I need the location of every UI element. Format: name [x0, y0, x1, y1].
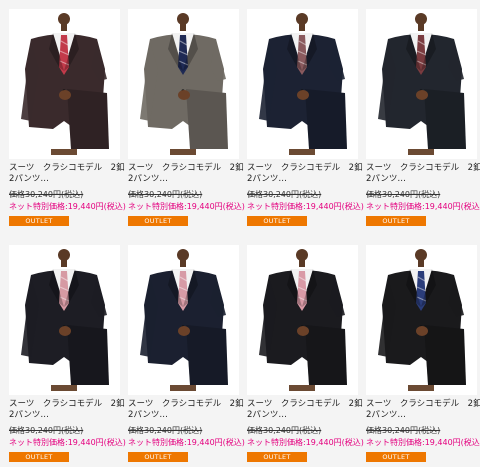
original-price: 価格30,240円(税込) — [247, 426, 322, 435]
net-special-price: ネット特別価格:19,440円(税込) — [366, 202, 480, 211]
product-grid: スーツ クラシコモデル 2釦 2パンツ… 価格30,240円(税込) ネット特別… — [0, 0, 480, 467]
original-price: 価格30,240円(税込) — [366, 190, 441, 199]
original-price: 価格30,240円(税込) — [366, 426, 441, 435]
net-special-price: ネット特別価格:19,440円(税込) — [9, 438, 126, 447]
outlet-badge: OUTLET — [128, 216, 188, 226]
product-info: スーツ クラシコモデル 2釦 2パンツ… 価格30,240円(税込) ネット特別… — [128, 163, 246, 226]
net-special-price: ネット特別価格:19,440円(税込) — [247, 438, 364, 447]
product-photo[interactable] — [9, 245, 120, 395]
product-photo[interactable] — [9, 9, 120, 159]
original-price: 価格30,240円(税込) — [9, 190, 84, 199]
product-info: スーツ クラシコモデル 2釦 2パンツ… 価格30,240円(税込) ネット特別… — [9, 163, 127, 226]
outlet-badge: OUTLET — [366, 216, 426, 226]
product-info: スーツ クラシコモデル 2釦 2パンツ… 価格30,240円(税込) ネット特別… — [366, 163, 480, 226]
outlet-badge: OUTLET — [247, 216, 307, 226]
net-special-price: ネット特別価格:19,440円(税込) — [366, 438, 480, 447]
product-title[interactable]: スーツ クラシコモデル 2釦 2パンツ… — [247, 399, 365, 421]
net-special-price: ネット特別価格:19,440円(税込) — [128, 438, 245, 447]
product-photo[interactable] — [247, 9, 358, 159]
outlet-badge: OUTLET — [366, 452, 426, 462]
product-photo[interactable] — [128, 245, 239, 395]
product-info: スーツ クラシコモデル 2釦 2パンツ… 価格30,240円(税込) ネット特別… — [128, 399, 246, 462]
original-price: 価格30,240円(税込) — [247, 190, 322, 199]
original-price: 価格30,240円(税込) — [128, 426, 203, 435]
product-photo[interactable] — [366, 9, 477, 159]
net-special-price: ネット特別価格:19,440円(税込) — [247, 202, 364, 211]
product-title[interactable]: スーツ クラシコモデル 2釦 2パンツ… — [9, 399, 127, 421]
original-price: 価格30,240円(税込) — [9, 426, 84, 435]
product-title[interactable]: スーツ クラシコモデル 2釦 2パンツ… — [247, 163, 365, 185]
product-info: スーツ クラシコモデル 2釦 2パンツ… 価格30,240円(税込) ネット特別… — [366, 399, 480, 462]
product-photo[interactable] — [128, 9, 239, 159]
product-title[interactable]: スーツ クラシコモデル 2釦 2パンツ… — [128, 163, 246, 185]
product-photo[interactable] — [366, 245, 477, 395]
outlet-badge: OUTLET — [128, 452, 188, 462]
outlet-badge: OUTLET — [247, 452, 307, 462]
product-photo[interactable] — [247, 245, 358, 395]
product-title[interactable]: スーツ クラシコモデル 2釦 2パンツ… — [366, 163, 480, 185]
outlet-badge: OUTLET — [9, 452, 69, 462]
original-price: 価格30,240円(税込) — [128, 190, 203, 199]
product-title[interactable]: スーツ クラシコモデル 2釦 2パンツ… — [128, 399, 246, 421]
product-info: スーツ クラシコモデル 2釦 2パンツ… 価格30,240円(税込) ネット特別… — [247, 399, 365, 462]
net-special-price: ネット特別価格:19,440円(税込) — [128, 202, 245, 211]
product-info: スーツ クラシコモデル 2釦 2パンツ… 価格30,240円(税込) ネット特別… — [247, 163, 365, 226]
product-title[interactable]: スーツ クラシコモデル 2釦 2パンツ… — [366, 399, 480, 421]
product-title[interactable]: スーツ クラシコモデル 2釦 2パンツ… — [9, 163, 127, 185]
outlet-badge: OUTLET — [9, 216, 69, 226]
net-special-price: ネット特別価格:19,440円(税込) — [9, 202, 126, 211]
product-info: スーツ クラシコモデル 2釦 2パンツ… 価格30,240円(税込) ネット特別… — [9, 399, 127, 462]
